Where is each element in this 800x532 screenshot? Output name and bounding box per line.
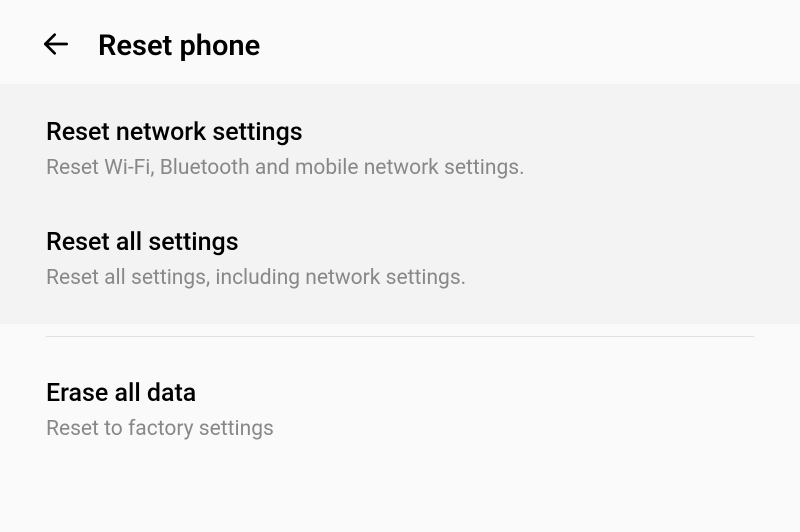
option-description: Reset to factory settings — [46, 417, 754, 441]
option-title: Erase all data — [46, 379, 754, 408]
option-title: Reset all settings — [46, 228, 754, 257]
option-description: Reset all settings, including network se… — [46, 266, 754, 290]
arrow-left-icon — [40, 28, 72, 64]
header: Reset phone — [0, 0, 800, 84]
back-button[interactable] — [40, 28, 72, 64]
option-description: Reset Wi-Fi, Bluetooth and mobile networ… — [46, 156, 754, 180]
reset-all-settings-item[interactable]: Reset all settings Reset all settings, i… — [0, 204, 800, 314]
option-title: Reset network settings — [46, 118, 754, 147]
reset-network-settings-item[interactable]: Reset network settings Reset Wi-Fi, Blue… — [0, 94, 800, 204]
reset-options-section: Reset network settings Reset Wi-Fi, Blue… — [0, 84, 800, 324]
erase-all-data-item[interactable]: Erase all data Reset to factory settings — [0, 355, 800, 465]
page-title: Reset phone — [98, 29, 260, 63]
erase-section: Erase all data Reset to factory settings — [0, 337, 800, 465]
